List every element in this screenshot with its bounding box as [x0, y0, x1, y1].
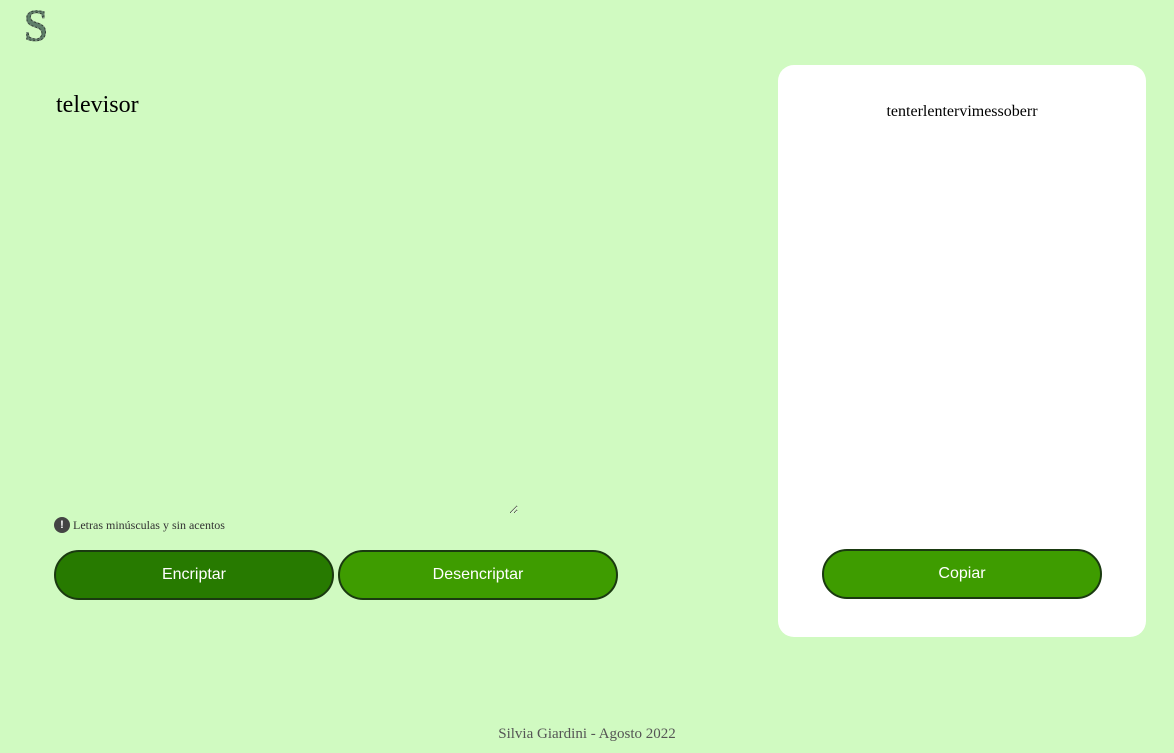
output-card: tenterlentervimessoberr Copiar [778, 65, 1146, 637]
logo[interactable]: S S [18, 0, 54, 48]
exclamation-icon: ! [54, 517, 70, 533]
footer-credit: Silvia Giardini - Agosto 2022 [498, 726, 676, 742]
text-input[interactable]: televisor [54, 86, 518, 514]
encrypt-button[interactable]: Encriptar [54, 550, 334, 600]
svg-text:S: S [24, 2, 48, 46]
copy-button[interactable]: Copiar [822, 549, 1102, 599]
output-text: tenterlentervimessoberr [886, 103, 1038, 120]
hint-text: Letras minúsculas y sin acentos [73, 517, 225, 532]
hint: ! Letras minúsculas y sin acentos [54, 517, 225, 533]
decrypt-button[interactable]: Desencriptar [338, 550, 618, 600]
logo-s-icon: S S [23, 2, 48, 46]
page: S S televisor ! Letras minúsculas y sin … [0, 0, 1174, 753]
